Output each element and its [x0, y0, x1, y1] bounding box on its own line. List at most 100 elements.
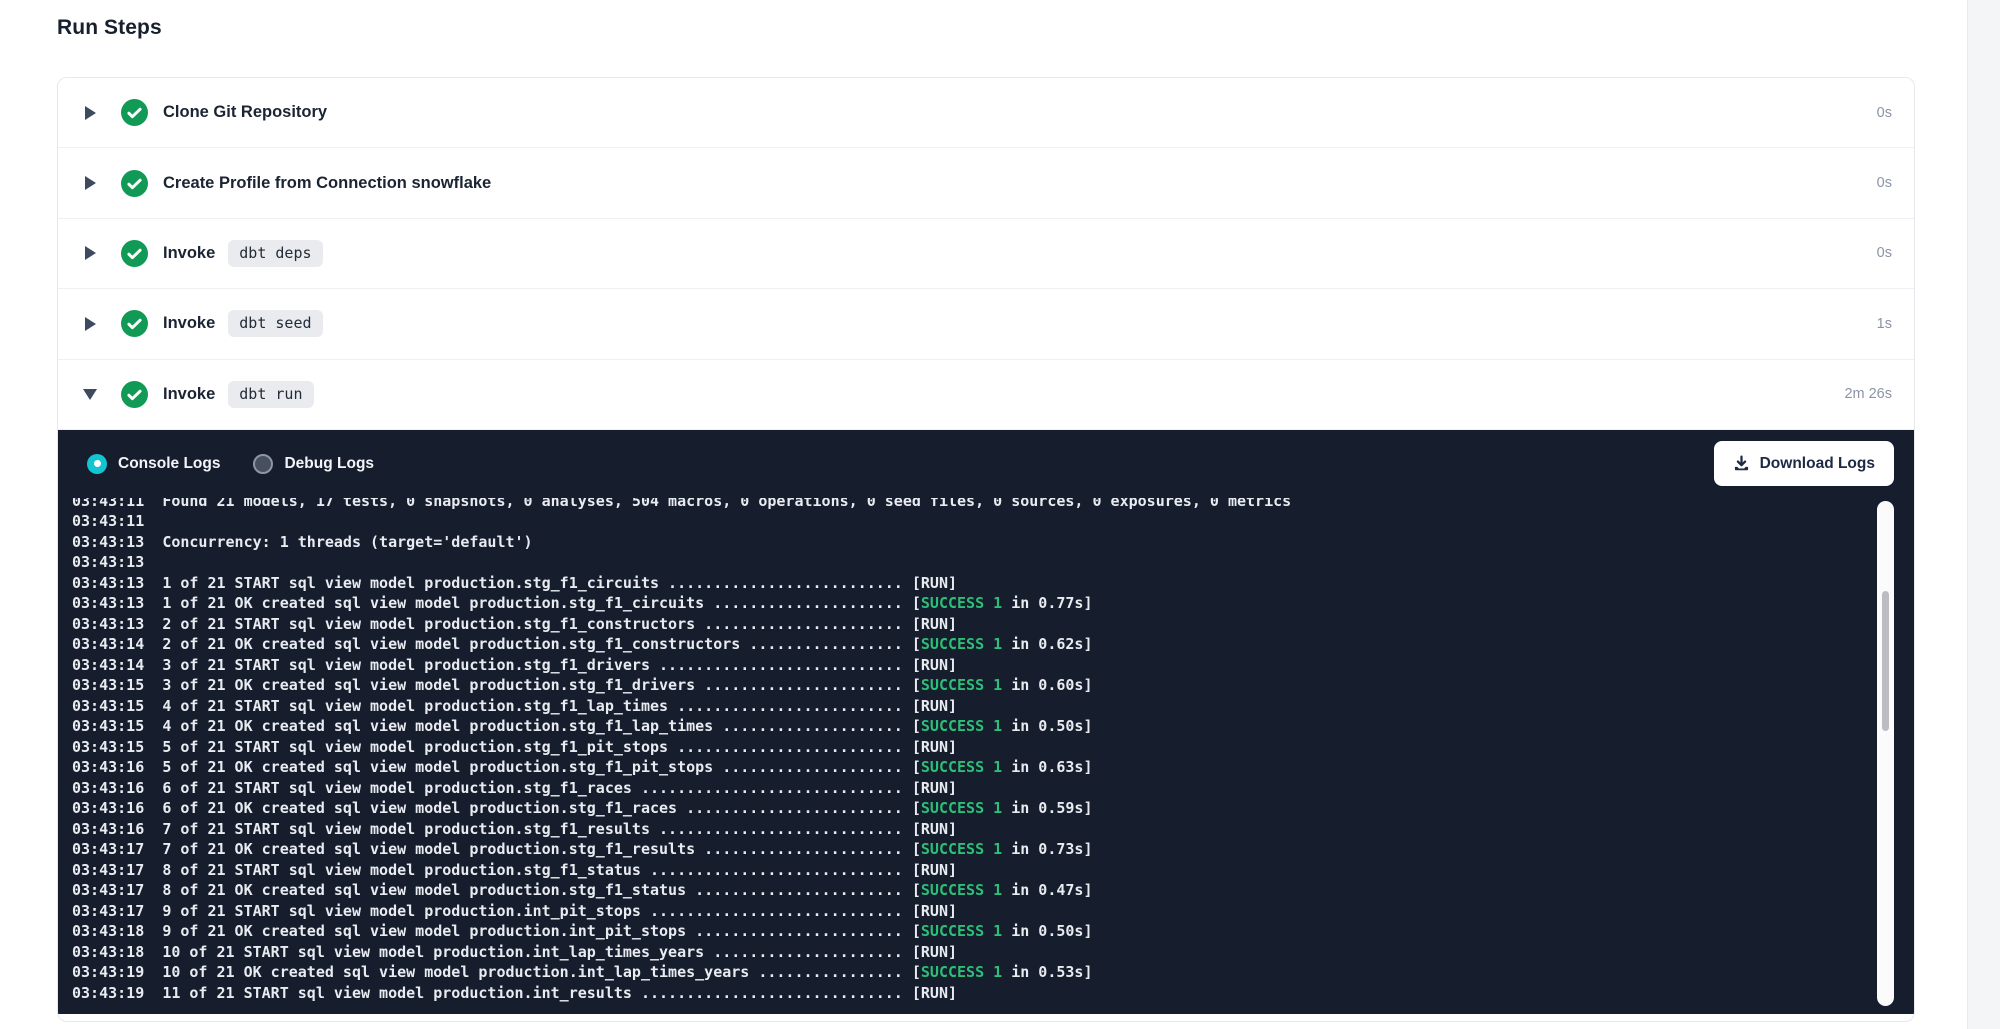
success-check-icon	[121, 99, 148, 126]
log-message: 11 of 21 START sql view model production…	[162, 984, 957, 1002]
step-row-create-profile[interactable]: Create Profile from Connection snowflake…	[58, 148, 1914, 218]
log-timestamp: 03:43:11	[72, 498, 162, 510]
log-line: 03:43:15 4 of 21 START sql view model pr…	[72, 696, 1914, 717]
log-line: 03:43:19 10 of 21 OK created sql view mo…	[72, 962, 1914, 983]
step-row-invoke-dbt-run[interactable]: Invoke dbt run 2m 26s	[58, 360, 1914, 430]
log-timestamp: 03:43:19	[72, 963, 162, 981]
chevron-right-icon[interactable]	[83, 106, 97, 120]
step-duration: 1s	[1877, 316, 1892, 332]
log-timestamp: 03:43:16	[72, 820, 162, 838]
console-scrollbar-thumb[interactable]	[1882, 591, 1889, 731]
command-chip: dbt run	[228, 381, 313, 408]
log-timestamp: 03:43:13	[72, 594, 162, 612]
log-message-tail: in 0.60s]	[1002, 676, 1092, 694]
log-line: 03:43:17 9 of 21 START sql view model pr…	[72, 901, 1914, 922]
radio-unselected-icon[interactable]	[253, 454, 273, 474]
command-chip: dbt deps	[228, 240, 322, 267]
log-message: Concurrency: 1 threads (target='default'…	[162, 533, 532, 551]
success-check-icon	[121, 240, 148, 267]
console-header: Console Logs Debug Logs Download Logs	[58, 430, 1914, 498]
step-label: Invoke	[163, 314, 215, 333]
log-line: 03:43:13 Concurrency: 1 threads (target=…	[72, 532, 1914, 553]
log-message: 3 of 21 START sql view model production.…	[162, 656, 957, 674]
log-message-tail: in 0.50s]	[1002, 717, 1092, 735]
log-message: 3 of 21 OK created sql view model produc…	[162, 676, 921, 694]
step-row-clone-git-repository[interactable]: Clone Git Repository 0s	[58, 78, 1914, 148]
log-timestamp: 03:43:17	[72, 861, 162, 879]
log-timestamp: 03:43:15	[72, 697, 162, 715]
log-success-status: SUCCESS 1	[921, 758, 1002, 776]
log-message: 8 of 21 START sql view model production.…	[162, 861, 957, 879]
step-duration: 2m 26s	[1844, 386, 1892, 402]
step-row-invoke-dbt-seed[interactable]: Invoke dbt seed 1s	[58, 289, 1914, 359]
log-timestamp: 03:43:13	[72, 574, 162, 592]
log-line: 03:43:17 8 of 21 OK created sql view mod…	[72, 880, 1914, 901]
log-timestamp: 03:43:14	[72, 635, 162, 653]
log-line: 03:43:15 3 of 21 OK created sql view mod…	[72, 675, 1914, 696]
log-line: 03:43:13 2 of 21 START sql view model pr…	[72, 614, 1914, 635]
log-line: 03:43:15 4 of 21 OK created sql view mod…	[72, 716, 1914, 737]
console-logs-radio[interactable]: Console Logs	[87, 454, 220, 474]
log-message: 7 of 21 START sql view model production.…	[162, 820, 957, 838]
log-success-status: SUCCESS 1	[921, 676, 1002, 694]
debug-logs-radio[interactable]: Debug Logs	[253, 454, 374, 474]
log-timestamp: 03:43:13	[72, 533, 162, 551]
download-icon	[1733, 455, 1750, 472]
download-logs-button[interactable]: Download Logs	[1714, 441, 1894, 486]
log-timestamp: 03:43:17	[72, 840, 162, 858]
log-message-tail: in 0.53s]	[1002, 963, 1092, 981]
success-check-icon	[121, 310, 148, 337]
success-check-icon	[121, 381, 148, 408]
log-message: 4 of 21 START sql view model production.…	[162, 697, 957, 715]
log-message: 7 of 21 OK created sql view model produc…	[162, 840, 921, 858]
debug-logs-label: Debug Logs	[284, 455, 374, 473]
step-label: Clone Git Repository	[163, 103, 327, 122]
log-line: 03:43:11	[72, 511, 1914, 532]
log-message: 10 of 21 START sql view model production…	[162, 943, 957, 961]
log-message: 1 of 21 START sql view model production.…	[162, 574, 957, 592]
download-logs-label: Download Logs	[1760, 455, 1875, 473]
step-row-invoke-dbt-deps[interactable]: Invoke dbt deps 0s	[58, 219, 1914, 289]
log-message: 9 of 21 OK created sql view model produc…	[162, 922, 921, 940]
log-timestamp: 03:43:13	[72, 615, 162, 633]
log-timestamp: 03:43:16	[72, 758, 162, 776]
log-line: 03:43:18 10 of 21 START sql view model p…	[72, 942, 1914, 963]
chevron-right-icon[interactable]	[83, 246, 97, 260]
log-timestamp: 03:43:17	[72, 902, 162, 920]
log-timestamp: 03:43:17	[72, 881, 162, 899]
log-timestamp: 03:43:14	[72, 656, 162, 674]
log-timestamp: 03:43:15	[72, 717, 162, 735]
log-line: 03:43:13	[72, 552, 1914, 573]
log-line: 03:43:14 2 of 21 OK created sql view mod…	[72, 634, 1914, 655]
log-message-tail: in 0.50s]	[1002, 922, 1092, 940]
log-message: 5 of 21 START sql view model production.…	[162, 738, 957, 756]
command-chip: dbt seed	[228, 310, 322, 337]
log-timestamp: 03:43:15	[72, 738, 162, 756]
chevron-right-icon[interactable]	[83, 176, 97, 190]
log-message: 8 of 21 OK created sql view model produc…	[162, 881, 921, 899]
page-title: Run Steps	[57, 16, 162, 40]
log-message: 9 of 21 START sql view model production.…	[162, 902, 957, 920]
chevron-down-icon[interactable]	[83, 389, 97, 400]
console-log-output[interactable]: 03:43:11 Found 21 models, 17 tests, 0 sn…	[58, 498, 1914, 1014]
log-line: 03:43:11 Found 21 models, 17 tests, 0 sn…	[72, 498, 1914, 512]
radio-selected-icon[interactable]	[87, 454, 107, 474]
log-success-status: SUCCESS 1	[921, 922, 1002, 940]
log-message: 5 of 21 OK created sql view model produc…	[162, 758, 921, 776]
log-success-status: SUCCESS 1	[921, 840, 1002, 858]
log-timestamp: 03:43:16	[72, 799, 162, 817]
log-timestamp: 03:43:11	[72, 512, 144, 530]
step-duration: 0s	[1877, 245, 1892, 261]
step-duration: 0s	[1877, 175, 1892, 191]
log-line: 03:43:16 6 of 21 START sql view model pr…	[72, 778, 1914, 799]
console-scrollbar-track[interactable]	[1877, 501, 1894, 1006]
log-line: 03:43:13 1 of 21 START sql view model pr…	[72, 573, 1914, 594]
log-success-status: SUCCESS 1	[921, 963, 1002, 981]
chevron-right-icon[interactable]	[83, 317, 97, 331]
log-message: 4 of 21 OK created sql view model produc…	[162, 717, 921, 735]
log-message-tail: in 0.47s]	[1002, 881, 1092, 899]
log-success-status: SUCCESS 1	[921, 799, 1002, 817]
log-line: 03:43:17 7 of 21 OK created sql view mod…	[72, 839, 1914, 860]
log-timestamp: 03:43:18	[72, 943, 162, 961]
log-success-status: SUCCESS 1	[921, 594, 1002, 612]
